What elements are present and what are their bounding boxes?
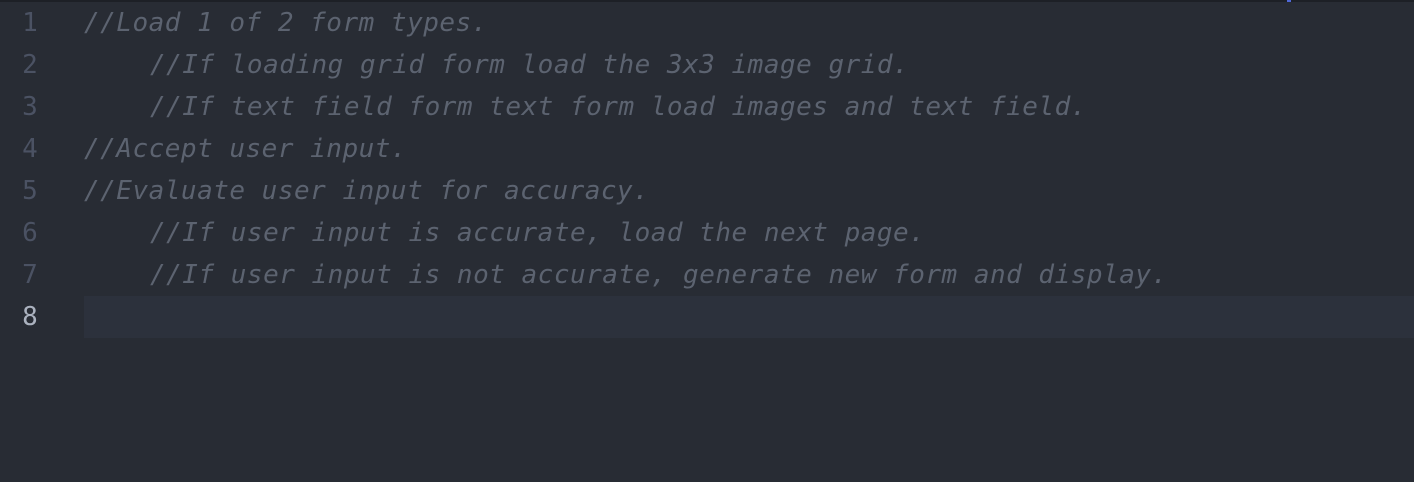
cursor-line[interactable]: [84, 296, 1414, 338]
line-number: 5: [22, 176, 38, 206]
line-number: 4: [22, 134, 38, 164]
code-comment[interactable]: //Accept user input.: [84, 128, 1414, 170]
code-comment[interactable]: //If loading grid form load the 3x3 imag…: [84, 44, 1414, 86]
line-number: 7: [22, 260, 38, 290]
line-number: 6: [22, 218, 38, 248]
active-code-line[interactable]: 8: [0, 296, 1414, 338]
code-editor[interactable]: 1 //Load 1 of 2 form types. 2 //If loadi…: [0, 0, 1414, 482]
code-comment[interactable]: //Evaluate user input for accuracy.: [84, 170, 1414, 212]
code-line[interactable]: 1 //Load 1 of 2 form types.: [0, 2, 1414, 44]
code-comment[interactable]: //If user input is not accurate, generat…: [84, 254, 1414, 296]
code-comment[interactable]: //If user input is accurate, load the ne…: [84, 212, 1414, 254]
line-number: 3: [22, 92, 38, 122]
code-line[interactable]: 7 //If user input is not accurate, gener…: [0, 254, 1414, 296]
code-line[interactable]: 2 //If loading grid form load the 3x3 im…: [0, 44, 1414, 86]
code-comment[interactable]: //If text field form text form load imag…: [84, 86, 1414, 128]
code-line[interactable]: 5 //Evaluate user input for accuracy.: [0, 170, 1414, 212]
code-line[interactable]: 4 //Accept user input.: [0, 128, 1414, 170]
line-number: 2: [22, 50, 38, 80]
code-line[interactable]: 3 //If text field form text form load im…: [0, 86, 1414, 128]
code-comment[interactable]: //Load 1 of 2 form types.: [84, 2, 1414, 44]
line-number: 1: [22, 8, 38, 38]
line-number: 8: [22, 302, 38, 332]
code-line[interactable]: 6 //If user input is accurate, load the …: [0, 212, 1414, 254]
